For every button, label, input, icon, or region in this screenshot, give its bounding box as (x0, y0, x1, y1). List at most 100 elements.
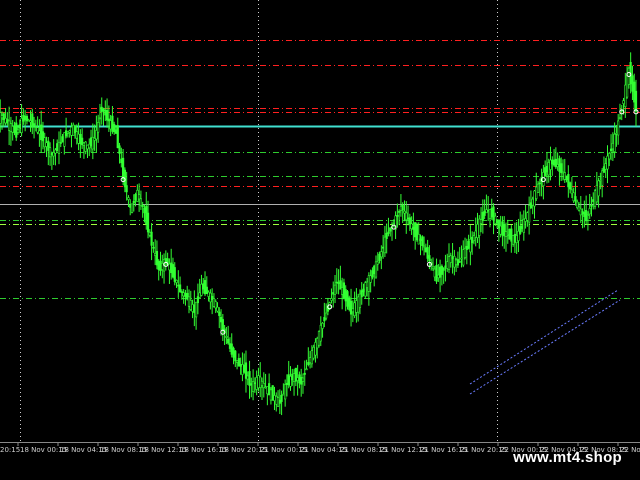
candle-body (122, 157, 125, 180)
candle-body (287, 374, 290, 386)
candle-body (294, 367, 297, 382)
candle-body (615, 132, 618, 135)
candle-body (485, 209, 488, 214)
candle-body (171, 264, 175, 278)
candle-body (300, 377, 303, 385)
candle-body (601, 170, 604, 186)
candle-body (105, 110, 109, 121)
candle-body (495, 219, 499, 224)
candle-body (406, 217, 410, 220)
candle-body (565, 175, 568, 181)
candle-body (2, 113, 5, 121)
candle-body (241, 364, 244, 375)
candle-body (435, 265, 438, 282)
candle-body (611, 142, 614, 150)
candle-body (631, 75, 634, 92)
candle-body (341, 287, 344, 295)
candle-body (567, 174, 570, 188)
candle-body (398, 211, 401, 213)
candle-body (599, 180, 602, 182)
candle-body (143, 207, 146, 214)
candle-body (488, 209, 492, 219)
chart-background (0, 0, 640, 480)
candle-body (503, 223, 506, 237)
candle-body (182, 292, 185, 297)
candle-body (48, 147, 52, 158)
candle-body (508, 228, 511, 240)
candle-body (50, 152, 53, 156)
candle-body (625, 75, 629, 98)
candle-body (218, 311, 221, 316)
candle-body (593, 190, 597, 207)
candle-body (59, 142, 62, 144)
candle-body (111, 115, 114, 132)
candle-body (41, 131, 45, 142)
candle-body (417, 233, 420, 245)
candle-body (415, 224, 419, 241)
candle-body (552, 159, 556, 166)
candle-body (260, 380, 264, 386)
price-chart[interactable]: 20:15 18 Nov 00:1518 Nov 04:1518 Nov 08:1… (0, 0, 640, 480)
candle-body (467, 240, 470, 249)
candle-body (414, 222, 417, 238)
candle-body (189, 300, 192, 310)
candle-body (252, 381, 255, 392)
candle-body (512, 235, 515, 245)
candle-body (494, 215, 497, 224)
candle-body (367, 275, 370, 292)
candle-body (159, 260, 162, 272)
candle-body (316, 338, 319, 349)
candle-body (120, 158, 123, 164)
candle-body (262, 382, 265, 389)
candle-body (478, 218, 481, 236)
time-axis-label: 20:15 (0, 446, 20, 454)
candle-body (134, 194, 137, 201)
candle-body (357, 296, 360, 313)
candle-body (538, 182, 541, 185)
candle-body (303, 372, 306, 375)
candle-body (161, 262, 164, 270)
candle-body (426, 247, 429, 259)
candle-body (211, 296, 214, 301)
candle-body (86, 144, 89, 150)
candle-body (330, 298, 333, 301)
candle-body (178, 284, 182, 293)
candle-body (476, 224, 479, 239)
candle-body (253, 382, 256, 384)
candle-body (225, 336, 228, 338)
candle-body (200, 283, 203, 296)
candle-body (586, 214, 590, 216)
candle-body (54, 149, 57, 154)
candle-body (228, 343, 232, 349)
candle-body (301, 377, 305, 382)
candle-body (382, 246, 385, 249)
candle-body (465, 245, 468, 251)
candle-body (43, 137, 46, 148)
candle-body (32, 123, 36, 126)
candle-body (127, 197, 130, 200)
candle-body (618, 117, 622, 120)
candle-body (289, 376, 292, 387)
candle-body (373, 265, 376, 275)
candle-body (232, 347, 235, 358)
candle-body (531, 198, 534, 206)
candle-body (291, 373, 294, 381)
candle-body (428, 255, 431, 262)
candle-body (266, 386, 269, 395)
candle-body (31, 113, 34, 128)
candle-body (604, 163, 607, 170)
candle-body (198, 292, 201, 298)
candle-body (353, 302, 356, 316)
candle-body (360, 290, 363, 298)
candle-body (269, 389, 273, 401)
candle-body (114, 129, 118, 134)
candle-body (203, 280, 207, 295)
candle-body (526, 212, 529, 221)
candle-body (0, 115, 4, 119)
candle-body (317, 331, 321, 346)
candle-body (237, 358, 240, 367)
candle-body (333, 284, 337, 295)
candle-body (129, 205, 132, 208)
candle-body (576, 201, 579, 209)
candle-body (535, 186, 538, 199)
